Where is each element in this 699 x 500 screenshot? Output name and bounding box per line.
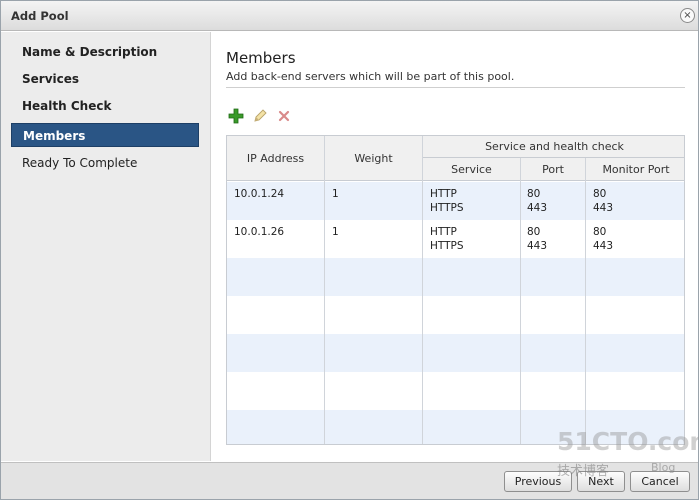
page-title: Members	[226, 49, 296, 67]
cell-port: 80	[527, 188, 541, 200]
close-icon[interactable]: ×	[680, 8, 695, 23]
cell-monitor-port: 80	[593, 226, 607, 238]
empty-row	[227, 372, 684, 410]
cell-port: 80	[527, 226, 541, 238]
empty-row	[227, 296, 684, 334]
next-button[interactable]: Next	[577, 471, 625, 492]
sidebar-item-members[interactable]: Members	[11, 123, 199, 147]
cell-ip-address: 10.0.1.26	[234, 226, 285, 238]
wizard-sidebar: Name & Description Services Health Check…	[1, 32, 211, 461]
column-divider	[422, 136, 423, 444]
previous-button[interactable]: Previous	[504, 471, 572, 492]
sidebar-item-ready-to-complete[interactable]: Ready To Complete	[11, 151, 199, 175]
edit-icon[interactable]	[252, 108, 268, 124]
column-header-ip-address[interactable]: IP Address	[227, 136, 325, 181]
column-header-port[interactable]: Port	[521, 158, 586, 181]
column-divider	[585, 158, 586, 444]
delete-icon[interactable]	[276, 108, 292, 124]
column-header-weight[interactable]: Weight	[325, 136, 423, 181]
column-group-service-health-check: Service and health check	[423, 136, 684, 158]
cell-service: HTTPS	[430, 240, 464, 252]
cell-service: HTTPS	[430, 202, 464, 214]
sidebar-item-services[interactable]: Services	[11, 67, 199, 91]
column-header-monitor-port[interactable]: Monitor Port	[586, 158, 684, 181]
dialog-title: Add Pool	[11, 9, 69, 23]
column-header-service[interactable]: Service	[423, 158, 521, 181]
empty-row	[227, 258, 684, 296]
add-pool-dialog: Add Pool × Name & Description Services H…	[0, 0, 699, 500]
column-divider	[324, 136, 325, 444]
page-subtitle: Add back-end servers which will be part …	[226, 70, 515, 83]
title-divider	[226, 87, 685, 88]
empty-row	[227, 410, 684, 444]
members-panel: Members Add back-end servers which will …	[212, 32, 698, 461]
cell-weight: 1	[332, 188, 339, 200]
members-table: IP Address Weight Service and health che…	[226, 135, 685, 445]
cell-ip-address: 10.0.1.24	[234, 188, 285, 200]
cell-weight: 1	[332, 226, 339, 238]
column-divider	[520, 158, 521, 444]
dialog-titlebar: Add Pool ×	[1, 1, 698, 31]
cell-monitor-port: 443	[593, 240, 614, 252]
sidebar-item-health-check[interactable]: Health Check	[11, 94, 199, 118]
add-icon[interactable]	[228, 108, 244, 124]
dialog-footer: Previous Next Cancel	[1, 462, 698, 499]
cancel-button[interactable]: Cancel	[630, 471, 690, 492]
cell-port: 443	[527, 240, 548, 252]
cell-monitor-port: 443	[593, 202, 614, 214]
cell-monitor-port: 80	[593, 188, 607, 200]
empty-row	[227, 334, 684, 372]
sidebar-item-name-description[interactable]: Name & Description	[11, 40, 199, 64]
cell-service: HTTP	[430, 226, 457, 238]
cell-port: 443	[527, 202, 548, 214]
cell-service: HTTP	[430, 188, 457, 200]
